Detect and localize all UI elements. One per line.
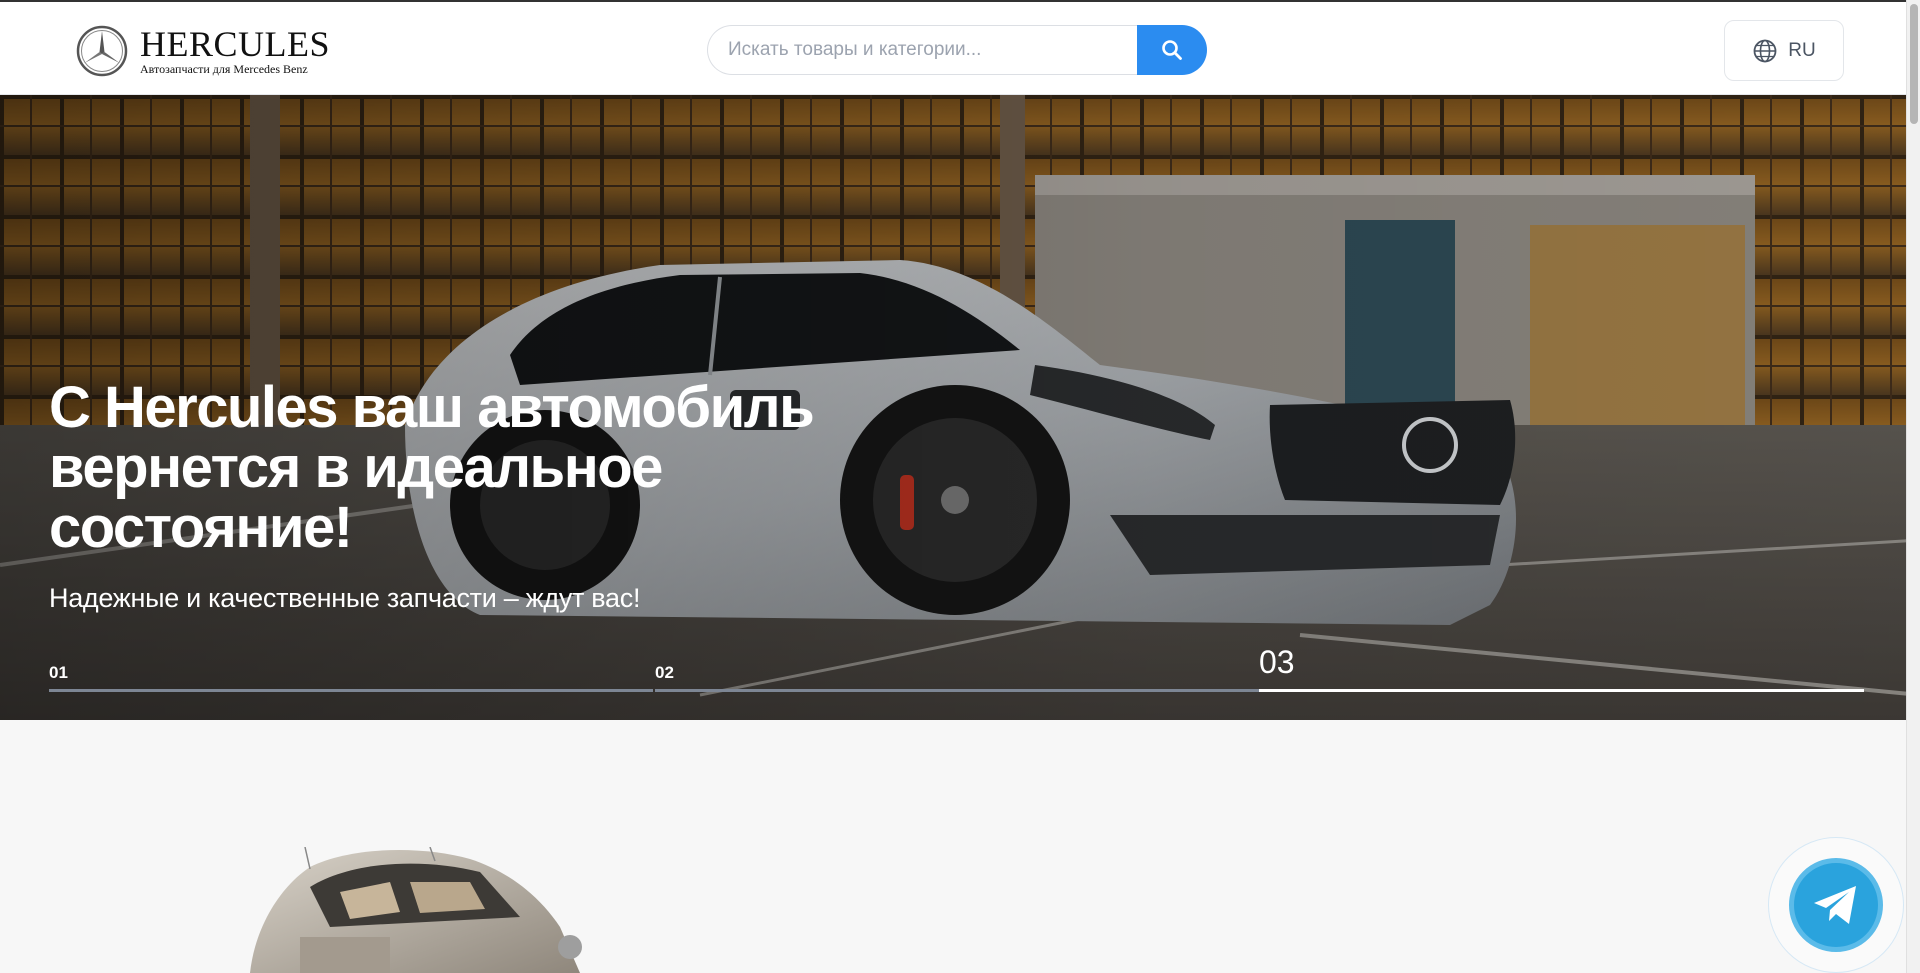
slide-progress-bar bbox=[49, 689, 653, 692]
telegram-icon bbox=[1814, 886, 1856, 924]
scrollbar-thumb[interactable] bbox=[1910, 4, 1918, 124]
language-label: RU bbox=[1788, 39, 1816, 61]
search-bar bbox=[707, 25, 1207, 75]
globe-icon bbox=[1753, 39, 1777, 62]
page-scrollbar[interactable] bbox=[1906, 0, 1920, 973]
logo-name: HERCULES bbox=[140, 23, 331, 64]
slide-progress-bar bbox=[655, 689, 1259, 692]
language-selector[interactable]: RU bbox=[1724, 20, 1844, 81]
site-header: HERCULES Автозапчасти для Mercedes Benz … bbox=[0, 0, 1920, 95]
logo-tagline: Автозапчасти для Mercedes Benz bbox=[140, 61, 308, 76]
slide-tab-01[interactable]: 01 bbox=[49, 643, 653, 693]
slide-number: 01 bbox=[49, 663, 68, 682]
slide-number: 02 bbox=[655, 663, 674, 682]
hero-banner: С Hercules ваш автомобиль вернется в иде… bbox=[0, 95, 1920, 720]
hero-title: С Hercules ваш автомобиль вернется в иде… bbox=[49, 375, 815, 560]
hero-subtitle: Надежные и качественные запчасти – ждут … bbox=[49, 583, 641, 613]
slide-tab-02[interactable]: 02 bbox=[655, 643, 1259, 693]
search-icon bbox=[1162, 40, 1182, 60]
slide-tab-03[interactable]: 03 bbox=[1259, 643, 1864, 693]
search-input[interactable] bbox=[707, 25, 1137, 75]
slider-navigation: 01 02 03 bbox=[49, 643, 1864, 693]
car-cutaway-image bbox=[250, 847, 582, 973]
content-section bbox=[0, 720, 1920, 973]
telegram-button[interactable] bbox=[1789, 858, 1883, 952]
search-button[interactable] bbox=[1137, 25, 1207, 75]
slide-progress-bar bbox=[1259, 689, 1864, 692]
mercedes-star-icon bbox=[76, 25, 128, 77]
slide-number: 03 bbox=[1259, 644, 1295, 680]
site-logo[interactable]: HERCULES Автозапчасти для Mercedes Benz bbox=[76, 24, 330, 78]
telegram-float bbox=[1768, 837, 1904, 973]
